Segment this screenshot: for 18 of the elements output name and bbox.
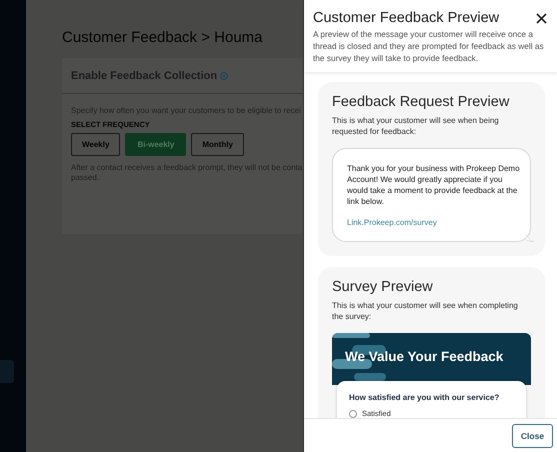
close-button[interactable]: Close — [512, 424, 553, 448]
section-title: Survey Preview — [332, 279, 434, 295]
section-title: Feedback Request Preview — [332, 94, 510, 110]
banner-title: We Value Your Feedback — [345, 349, 504, 364]
section-description: This is what your customer will see when being requested for feedback: — [332, 115, 500, 137]
panel-description: A preview of the message your customer will receive once a thread is closed and they are prompted for feedback as well as the survey they will take to provide feedback. — [313, 28, 545, 64]
question-text: How satisfied are you with our service? — [349, 393, 500, 402]
section-description: This is what your customer will see when completing the survey: — [332, 300, 519, 322]
panel-title: Customer Feedback Preview — [313, 10, 500, 26]
eye-icon — [220, 72, 228, 80]
page-title: Customer Feedback > Houma — [62, 29, 264, 46]
radio-button[interactable] — [349, 410, 357, 418]
frequency-button[interactable]: Weekly — [71, 133, 120, 156]
frequency-button[interactable]: Monthly — [191, 133, 244, 156]
message-text: Thank you for your business with Prokeep Demo Account! We would greatly appreciate if you would take a moment to provide feedback at the link below. — [347, 164, 520, 206]
close-icon[interactable] — [536, 12, 547, 24]
survey-link[interactable]: Link.Prokeep.com/survey — [347, 217, 520, 228]
frequency-button[interactable]: Bi-weekly — [125, 133, 186, 156]
